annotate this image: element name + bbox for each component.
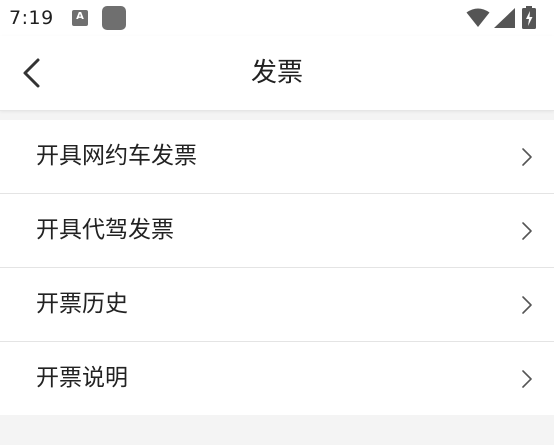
- cellular-signal-icon: [494, 8, 515, 28]
- back-button[interactable]: [14, 54, 54, 94]
- page-title: 发票: [250, 58, 303, 88]
- menu-item-label: 开具网约车发票: [36, 143, 197, 169]
- chevron-right-icon: [522, 148, 532, 166]
- invoice-menu-list: 开具网约车发票 开具代驾发票 开票历史 开票说明: [0, 120, 554, 415]
- status-right-icons: [466, 6, 546, 29]
- a-notification-letter: A: [76, 11, 84, 22]
- chevron-right-icon: [522, 370, 532, 388]
- chevron-right-icon: [522, 296, 532, 314]
- menu-item-invoice-instructions[interactable]: 开票说明: [0, 342, 554, 415]
- wifi-icon: [466, 8, 490, 27]
- menu-item-designated-driver-invoice[interactable]: 开具代驾发票: [0, 194, 554, 268]
- menu-item-label: 开票说明: [36, 365, 128, 391]
- battery-charging-icon: [522, 6, 536, 29]
- a-notification-icon: A: [72, 10, 88, 26]
- menu-item-label: 开具代驾发票: [36, 217, 174, 243]
- status-bar: 7:19 A: [0, 0, 554, 36]
- chevron-right-icon: [522, 222, 532, 240]
- menu-item-invoice-history[interactable]: 开票历史: [0, 268, 554, 342]
- menu-item-label: 开票历史: [36, 291, 128, 317]
- menu-item-ride-hailing-invoice[interactable]: 开具网约车发票: [0, 120, 554, 194]
- invoice-screen: 7:19 A 发票 开具网约车发票 开具代驾发票 开票历史 开票说明: [0, 0, 554, 445]
- back-arrow-icon: [23, 58, 40, 88]
- app-bar: 发票: [0, 36, 554, 111]
- status-time: 7:19: [9, 7, 54, 29]
- app-notification-icon: [102, 6, 126, 30]
